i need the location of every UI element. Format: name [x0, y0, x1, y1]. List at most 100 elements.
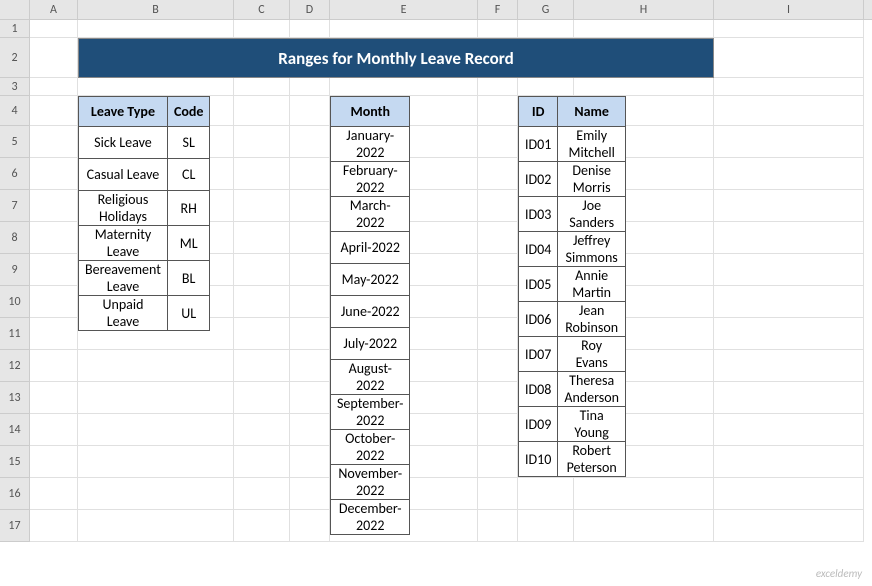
- table-cell[interactable]: ID05: [519, 267, 558, 302]
- title-text: Ranges for Monthly Leave Record: [278, 48, 514, 69]
- row-header-1[interactable]: 1: [0, 20, 30, 38]
- table-row: April-2022: [331, 232, 410, 264]
- col-header-A[interactable]: A: [30, 0, 78, 19]
- row-header-15[interactable]: 15: [0, 446, 30, 478]
- table-row: June-2022: [331, 296, 410, 328]
- col-header-E[interactable]: E: [330, 0, 478, 19]
- table-cell[interactable]: Theresa Anderson: [558, 372, 626, 407]
- leave-type-table: Leave TypeCodeSick LeaveSLCasual LeaveCL…: [78, 96, 210, 331]
- table-cell[interactable]: ID03: [519, 197, 558, 232]
- table-cell[interactable]: June-2022: [331, 296, 410, 328]
- table-row: Maternity LeaveML: [79, 226, 210, 261]
- table-cell[interactable]: CL: [167, 159, 210, 191]
- table-cell[interactable]: Casual Leave: [79, 159, 168, 191]
- table-cell[interactable]: Robert Peterson: [558, 442, 626, 477]
- row-header-3[interactable]: 3: [0, 78, 30, 96]
- table-header: ID: [519, 97, 558, 127]
- table-cell[interactable]: ID07: [519, 337, 558, 372]
- table-header: Month: [331, 97, 410, 127]
- table-cell[interactable]: January-2022: [331, 127, 410, 162]
- table-cell[interactable]: ID09: [519, 407, 558, 442]
- table-row: ID03Joe Sanders: [519, 197, 626, 232]
- table-row: January-2022: [331, 127, 410, 162]
- col-header-G[interactable]: G: [518, 0, 574, 19]
- row-header-10[interactable]: 10: [0, 286, 30, 318]
- row-header-4[interactable]: 4: [0, 96, 30, 126]
- table-cell[interactable]: Annie Martin: [558, 267, 626, 302]
- table-row: Sick LeaveSL: [79, 127, 210, 159]
- table-row: ID08Theresa Anderson: [519, 372, 626, 407]
- table-row: September-2022: [331, 395, 410, 430]
- table-cell[interactable]: ID06: [519, 302, 558, 337]
- table-cell[interactable]: April-2022: [331, 232, 410, 264]
- table-cell[interactable]: ID10: [519, 442, 558, 477]
- table-cell[interactable]: Bereavement Leave: [79, 261, 168, 296]
- table-cell[interactable]: Religious Holidays: [79, 191, 168, 226]
- row-header-8[interactable]: 8: [0, 222, 30, 254]
- table-cell[interactable]: Denise Morris: [558, 162, 626, 197]
- table-cell[interactable]: BL: [167, 261, 210, 296]
- table-cell[interactable]: RH: [167, 191, 210, 226]
- row-header-2[interactable]: 2: [0, 38, 30, 78]
- table-row: Bereavement LeaveBL: [79, 261, 210, 296]
- table-cell[interactable]: March-2022: [331, 197, 410, 232]
- row-header-16[interactable]: 16: [0, 478, 30, 510]
- table-cell[interactable]: Maternity Leave: [79, 226, 168, 261]
- col-header-B[interactable]: B: [78, 0, 234, 19]
- col-header-D[interactable]: D: [290, 0, 330, 19]
- table-row: Unpaid LeaveUL: [79, 296, 210, 331]
- col-header-F[interactable]: F: [478, 0, 518, 19]
- table-cell[interactable]: ID02: [519, 162, 558, 197]
- table-header: Code: [167, 97, 210, 127]
- table-cell[interactable]: ID08: [519, 372, 558, 407]
- table-cell[interactable]: February-2022: [331, 162, 410, 197]
- table-cell[interactable]: Sick Leave: [79, 127, 168, 159]
- table-cell[interactable]: ML: [167, 226, 210, 261]
- month-table: MonthJanuary-2022February-2022March-2022…: [330, 96, 410, 535]
- table-cell[interactable]: Joe Sanders: [558, 197, 626, 232]
- table-row: August-2022: [331, 360, 410, 395]
- table-cell[interactable]: Unpaid Leave: [79, 296, 168, 331]
- table-header: Leave Type: [79, 97, 168, 127]
- table-cell[interactable]: November-2022: [331, 465, 410, 500]
- table-cell[interactable]: October-2022: [331, 430, 410, 465]
- table-cell[interactable]: Jean Robinson: [558, 302, 626, 337]
- table-cell[interactable]: ID04: [519, 232, 558, 267]
- table-row: ID04Jeffrey Simmons: [519, 232, 626, 267]
- table-cell[interactable]: ID01: [519, 127, 558, 162]
- table-cell[interactable]: December-2022: [331, 500, 410, 535]
- table-row: July-2022: [331, 328, 410, 360]
- table-cell[interactable]: Roy Evans: [558, 337, 626, 372]
- row-header-17[interactable]: 17: [0, 510, 30, 542]
- table-cell[interactable]: July-2022: [331, 328, 410, 360]
- table-row: ID10Robert Peterson: [519, 442, 626, 477]
- id-name-table: IDNameID01Emily MitchellID02Denise Morri…: [518, 96, 626, 477]
- table-cell[interactable]: Jeffrey Simmons: [558, 232, 626, 267]
- table-cell[interactable]: UL: [167, 296, 210, 331]
- col-header-H[interactable]: H: [574, 0, 714, 19]
- row-header-14[interactable]: 14: [0, 414, 30, 446]
- table-row: March-2022: [331, 197, 410, 232]
- column-headers: ABCDEFGHI: [0, 0, 872, 20]
- col-header-I[interactable]: I: [714, 0, 864, 19]
- col-header-C[interactable]: C: [234, 0, 290, 19]
- row-header-12[interactable]: 12: [0, 350, 30, 382]
- row-header-7[interactable]: 7: [0, 190, 30, 222]
- table-cell[interactable]: August-2022: [331, 360, 410, 395]
- table-row: November-2022: [331, 465, 410, 500]
- table-cell[interactable]: SL: [167, 127, 210, 159]
- table-row: ID02Denise Morris: [519, 162, 626, 197]
- page-title: Ranges for Monthly Leave Record: [78, 38, 714, 78]
- row-header-13[interactable]: 13: [0, 382, 30, 414]
- row-header-5[interactable]: 5: [0, 126, 30, 158]
- table-cell[interactable]: Emily Mitchell: [558, 127, 626, 162]
- table-cell[interactable]: May-2022: [331, 264, 410, 296]
- table-row: Casual LeaveCL: [79, 159, 210, 191]
- row-header-6[interactable]: 6: [0, 158, 30, 190]
- table-row: May-2022: [331, 264, 410, 296]
- table-cell[interactable]: September-2022: [331, 395, 410, 430]
- table-cell[interactable]: Tina Young: [558, 407, 626, 442]
- row-header-9[interactable]: 9: [0, 254, 30, 286]
- row-header-11[interactable]: 11: [0, 318, 30, 350]
- table-header: Name: [558, 97, 626, 127]
